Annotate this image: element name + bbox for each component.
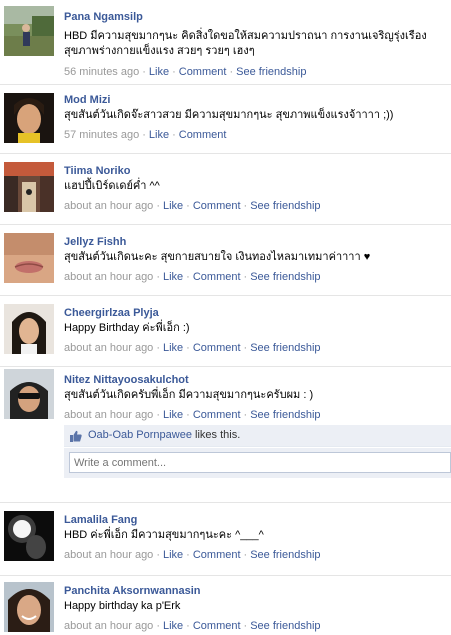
- like-link[interactable]: Like: [163, 620, 183, 632]
- post-timestamp: 56 minutes ago: [64, 66, 140, 78]
- post-timestamp: about an hour ago: [64, 549, 154, 561]
- post-meta: 56 minutes ago · Like · Comment · See friendsh…: [64, 66, 307, 78]
- comment-composer: [64, 448, 451, 478]
- post-meta: 57 minutes ago · Like · Comment: [64, 129, 227, 141]
- comment-link[interactable]: Comment: [179, 129, 227, 141]
- avatar[interactable]: [4, 304, 54, 354]
- wall-post: Jellyz Fishh สุขสันต์วันเกิดนะคะ สุขกายส…: [0, 224, 451, 295]
- post-author-name[interactable]: Pana Ngamsilp: [64, 10, 451, 24]
- post-message: สุขสันต์วันเกิดครับพี่เอ็ก มีความสุขมากๆ…: [64, 389, 314, 401]
- avatar[interactable]: [4, 511, 54, 561]
- comment-link[interactable]: Comment: [193, 409, 241, 421]
- wall-post: Panchita Aksornwannasin Happy birthday k…: [0, 575, 451, 635]
- liker-name-link[interactable]: Oab-Oab Pornpawee: [88, 429, 192, 441]
- avatar[interactable]: [4, 369, 54, 419]
- avatar[interactable]: [4, 93, 54, 143]
- post-message: สุขสันต์วันเกิดนะคะ สุขกายสบายใจ เงินทอง…: [64, 251, 371, 263]
- post-message: Happy birthday ka p'Erk: [64, 600, 181, 612]
- post-meta: about an hour ago · Like · Comment · See frien…: [64, 271, 321, 283]
- post-timestamp: about an hour ago: [64, 200, 154, 212]
- post-timestamp: about an hour ago: [64, 342, 154, 354]
- post-message: HBD ค่ะพี่เอ็ก มีความสุขมากๆนะคะ ^___^: [64, 529, 264, 541]
- wall-post: Nitez Nittayoosakulchot สุขสันต์วันเกิดค…: [0, 366, 451, 502]
- post-author-name[interactable]: Nitez Nittayoosakulchot: [64, 373, 451, 387]
- comment-link[interactable]: Comment: [193, 342, 241, 354]
- like-link[interactable]: Like: [163, 200, 183, 212]
- wall-feed: Pana Ngamsilp HBD มีความสุขมากๆนะ คิดสิ่…: [0, 0, 451, 635]
- likes-summary: Oab-Oab Pornpawee likes this.: [64, 425, 451, 447]
- like-link[interactable]: Like: [149, 129, 169, 141]
- wall-post: Cheergirlzaa Plyja Happy Birthday ค่ะพี่…: [0, 295, 451, 366]
- post-timestamp: about an hour ago: [64, 271, 154, 283]
- see-friendship-link[interactable]: See friendship: [250, 271, 320, 283]
- post-author-name[interactable]: Lamalila Fang: [64, 513, 451, 527]
- see-friendship-link[interactable]: See friendship: [250, 409, 320, 421]
- post-timestamp: 57 minutes ago: [64, 129, 140, 141]
- post-author-name[interactable]: Jellyz Fishh: [64, 235, 451, 249]
- comment-link[interactable]: Comment: [193, 271, 241, 283]
- comment-link[interactable]: Comment: [193, 549, 241, 561]
- post-meta: about an hour ago · Like · Comment · See frien…: [64, 620, 321, 632]
- post-message: สุขสันต์วันเกิดจ๊ะสาวสวย มีความสุขมากๆนะ…: [64, 109, 394, 121]
- wall-post: Pana Ngamsilp HBD มีความสุขมากๆนะ คิดสิ่…: [0, 0, 451, 84]
- comment-link[interactable]: Comment: [193, 200, 241, 212]
- avatar[interactable]: [4, 233, 54, 283]
- wall-post: Mod Mizi สุขสันต์วันเกิดจ๊ะสาวสวย มีความ…: [0, 84, 451, 153]
- post-message: แฮปปี้เบิร์ดเดย์ค่ำ ^^: [64, 180, 160, 192]
- write-comment-input[interactable]: [69, 452, 451, 473]
- avatar[interactable]: [4, 582, 54, 632]
- post-message: HBD มีความสุขมากๆนะ คิดสิ่งใดขอให้สมความ…: [64, 30, 427, 57]
- post-timestamp: about an hour ago: [64, 409, 154, 421]
- post-meta: about an hour ago · Like · Comment · See frien…: [64, 409, 321, 421]
- wall-post: Tiima Noriko แฮปปี้เบิร์ดเดย์ค่ำ ^^ abou…: [0, 153, 451, 224]
- comment-link[interactable]: Comment: [193, 620, 241, 632]
- post-meta: about an hour ago · Like · Comment · See frien…: [64, 200, 321, 212]
- post-author-name[interactable]: Cheergirlzaa Plyja: [64, 306, 451, 320]
- like-link[interactable]: Like: [163, 409, 183, 421]
- see-friendship-link[interactable]: See friendship: [250, 549, 320, 561]
- like-link[interactable]: Like: [163, 271, 183, 283]
- like-link[interactable]: Like: [163, 342, 183, 354]
- see-friendship-link[interactable]: See friendship: [236, 66, 306, 78]
- thumbs-up-icon: [70, 430, 82, 442]
- post-author-name[interactable]: Panchita Aksornwannasin: [64, 584, 451, 598]
- see-friendship-link[interactable]: See friendship: [250, 342, 320, 354]
- see-friendship-link[interactable]: See friendship: [250, 620, 320, 632]
- likes-this-text: likes this.: [195, 429, 241, 441]
- post-timestamp: about an hour ago: [64, 620, 154, 632]
- comment-link[interactable]: Comment: [179, 66, 227, 78]
- post-message: Happy Birthday ค่ะพี่เอ็ก :): [64, 322, 190, 334]
- see-friendship-link[interactable]: See friendship: [250, 200, 320, 212]
- post-author-name[interactable]: Mod Mizi: [64, 93, 451, 107]
- avatar[interactable]: [4, 162, 54, 212]
- post-author-name[interactable]: Tiima Noriko: [64, 164, 451, 178]
- post-meta: about an hour ago · Like · Comment · See frien…: [64, 342, 321, 354]
- wall-post: Lamalila Fang HBD ค่ะพี่เอ็ก มีความสุขมา…: [0, 502, 451, 575]
- like-link[interactable]: Like: [149, 66, 169, 78]
- like-link[interactable]: Like: [163, 549, 183, 561]
- avatar[interactable]: [4, 6, 54, 56]
- post-meta: about an hour ago · Like · Comment · See frien…: [64, 549, 321, 561]
